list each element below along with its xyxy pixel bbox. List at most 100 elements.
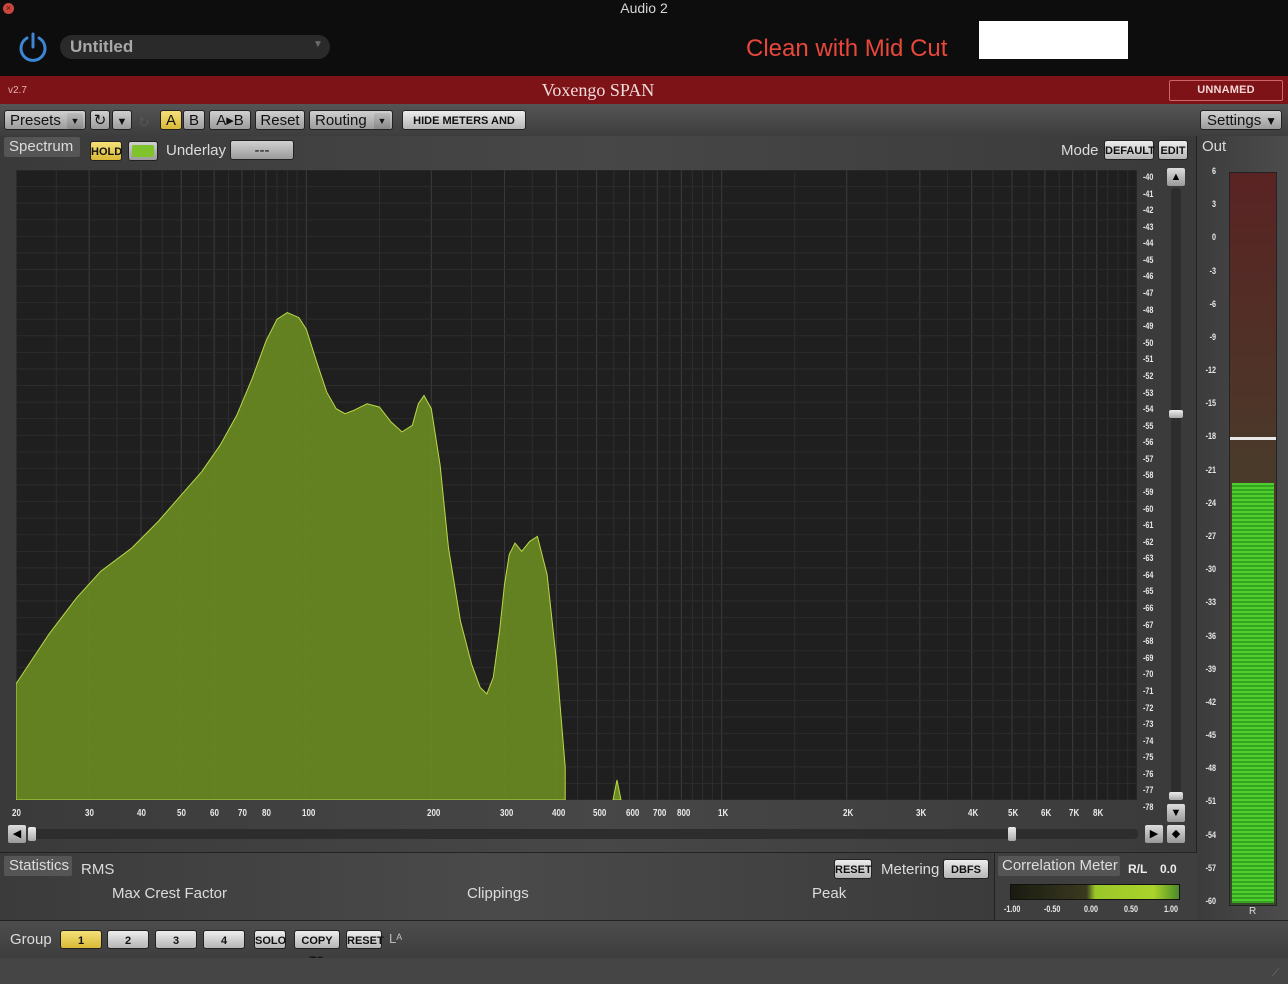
out-scale-label: -42: [1205, 696, 1216, 707]
y-tick-label: -54: [1143, 404, 1154, 415]
preset-b-button[interactable]: B: [183, 110, 205, 130]
out-scale-label: -39: [1205, 663, 1216, 674]
x-tick-label: 5K: [1007, 808, 1019, 819]
y-tick-label: -66: [1143, 603, 1154, 614]
routing-label: Routing: [315, 112, 367, 129]
presets-label: Presets: [10, 112, 61, 129]
copy-a-to-b-button[interactable]: A▸B: [209, 110, 251, 130]
out-meter-fill: [1232, 482, 1274, 903]
y-tick-label: -50: [1143, 337, 1154, 348]
group-button-1[interactable]: 1: [60, 930, 102, 949]
horizontal-scroll-handle-right[interactable]: [1008, 827, 1016, 841]
x-tick-label: 200: [427, 808, 441, 819]
out-scale-label: 3: [1211, 199, 1216, 210]
x-tick-label: 300: [500, 808, 514, 819]
instance-name-button[interactable]: UNNAMED INSTANCE: [1169, 80, 1283, 115]
copy-to-button[interactable]: COPY TO: [294, 930, 340, 967]
horizontal-scroll-track[interactable]: [28, 829, 1138, 839]
presets-button[interactable]: Presets ▼: [4, 110, 86, 130]
y-tick-label: -78: [1143, 802, 1154, 812]
out-scale-label: -48: [1205, 763, 1216, 774]
x-tick-label: 30: [85, 808, 95, 819]
group-reset-button[interactable]: RESET: [346, 930, 384, 949]
correlation-label: Correlation Meter: [1002, 857, 1118, 874]
zoom-reset-button[interactable]: ◆: [1167, 825, 1185, 843]
group-button-4[interactable]: 4: [203, 930, 245, 949]
reset-button[interactable]: Reset: [255, 110, 305, 130]
chevron-down-icon: ▼: [1265, 114, 1277, 128]
out-label: Out: [1202, 138, 1227, 155]
y-tick-label: -60: [1143, 503, 1154, 514]
y-tick-label: -69: [1143, 652, 1154, 663]
arrow-left-icon: ◀: [12, 828, 22, 840]
scroll-right-button[interactable]: ▶: [1145, 825, 1163, 843]
undo-button[interactable]: ↻: [90, 110, 110, 130]
mode-default-button[interactable]: DEFAULT: [1104, 140, 1155, 160]
resize-grip-icon[interactable]: ⟋: [1272, 968, 1279, 979]
stats-reset-button[interactable]: RESET: [834, 859, 872, 879]
hold-button[interactable]: HOLD: [90, 141, 122, 161]
rl-label: R/L: [1128, 862, 1148, 876]
redo-dropdown-button[interactable]: ▼: [112, 110, 132, 130]
mode-edit-button[interactable]: EDIT: [1158, 140, 1188, 160]
x-tick-label: 60: [210, 808, 220, 819]
hide-meters-button[interactable]: HIDE METERS AND STATS: [402, 110, 526, 147]
vertical-scroll-track[interactable]: [1171, 188, 1181, 800]
horizontal-scroll-handle-left[interactable]: [28, 827, 36, 841]
max-crest-label: Max Crest Factor: [112, 885, 228, 902]
x-tick-label: 600: [625, 808, 639, 819]
out-scale-label: -15: [1205, 398, 1216, 409]
out-scale-label: -60: [1205, 896, 1216, 906]
y-tick-label: -68: [1143, 636, 1154, 647]
underlay-select[interactable]: ---: [230, 140, 294, 160]
y-tick-label: -61: [1143, 520, 1154, 531]
x-tick-label: 800: [677, 808, 691, 819]
settings-button[interactable]: Settings ▼: [1200, 110, 1282, 130]
scroll-down-button[interactable]: ▼: [1167, 804, 1185, 822]
diamond-icon: ◆: [1171, 828, 1181, 840]
y-tick-label: -40: [1143, 172, 1154, 182]
y-tick-label: -75: [1143, 752, 1154, 763]
spectrum-chart: [16, 170, 1137, 800]
x-tick-label: 8K: [1092, 808, 1103, 819]
y-tick-label: -74: [1143, 735, 1154, 746]
scroll-up-button[interactable]: ▲: [1167, 168, 1185, 186]
vertical-scroll-handle-bottom[interactable]: [1169, 792, 1183, 800]
group-button-3[interactable]: 3: [155, 930, 197, 949]
y-tick-label: -48: [1143, 304, 1154, 315]
power-icon[interactable]: [16, 30, 50, 64]
y-tick-label: -55: [1143, 420, 1154, 431]
correlation-scale-label: 0.50: [1124, 904, 1139, 914]
out-channel-label: R: [1249, 906, 1257, 917]
solo-button[interactable]: SOLO: [254, 930, 286, 949]
x-axis: 20 30 40 50 60 70 80 100 200 300 400 500 600 700 800 1K…: [0, 808, 1196, 822]
out-scale-label: 6: [1211, 166, 1216, 176]
y-tick-label: -71: [1143, 685, 1154, 696]
correlation-scale-label: 1.00: [1164, 904, 1179, 914]
out-scale-label: -51: [1205, 796, 1216, 807]
y-tick-label: -64: [1143, 569, 1154, 580]
y-tick-label: -56: [1143, 437, 1154, 448]
preset-a-button[interactable]: A: [160, 110, 182, 130]
group-button-2[interactable]: 2: [107, 930, 149, 949]
color-swatch-button[interactable]: [128, 141, 158, 161]
correlation-value: 0.0: [1160, 862, 1177, 876]
x-tick-label: 400: [552, 808, 566, 819]
out-scale-label: -57: [1205, 862, 1216, 873]
correlation-scale-label: -1.00: [1004, 904, 1021, 914]
arrow-right-icon: ▶: [1149, 828, 1159, 840]
overlay-caption: Clean with Mid Cut: [746, 35, 948, 62]
x-tick-label: 500: [592, 808, 606, 819]
routing-button[interactable]: Routing ▼: [309, 110, 393, 130]
x-tick-label: 80: [262, 808, 271, 819]
out-scale-label: -45: [1205, 730, 1216, 741]
metering-select[interactable]: DBFS: [943, 859, 989, 879]
y-tick-label: -43: [1143, 221, 1154, 232]
spectrum-plot-area[interactable]: [16, 170, 1137, 800]
out-scale-label: -27: [1205, 531, 1216, 541]
statistics-label: Statistics: [9, 857, 70, 874]
scroll-left-button[interactable]: ◀: [8, 825, 26, 843]
out-scale-label: -21: [1205, 464, 1216, 475]
y-tick-label: -58: [1143, 470, 1154, 481]
vertical-scroll-handle-top[interactable]: [1169, 410, 1183, 418]
